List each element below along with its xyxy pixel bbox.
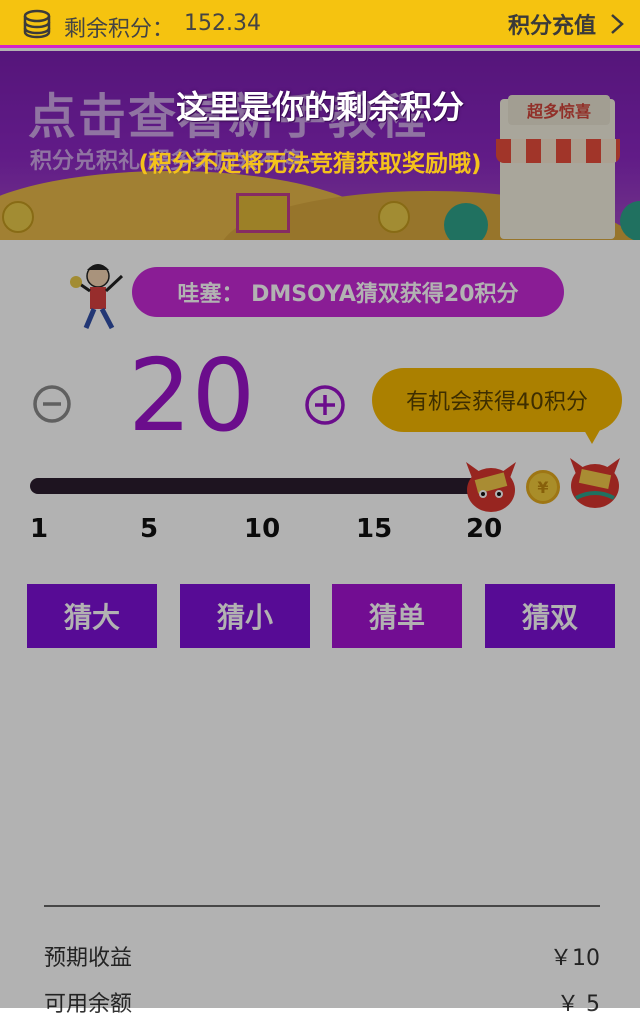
coin-stack-icon xyxy=(23,9,51,39)
reward-hint-bubble: 有机会获得40积分 xyxy=(372,368,622,432)
bet-slider[interactable] xyxy=(30,478,502,494)
slider-tick: 15 xyxy=(356,514,393,544)
recharge-button[interactable]: 积分充值 xyxy=(508,8,628,40)
points-label: 剩余积分： xyxy=(64,17,175,42)
coin-icon xyxy=(378,201,410,233)
recharge-label: 积分充值 xyxy=(507,14,596,39)
guess-even-button[interactable]: 猜双 xyxy=(485,584,615,648)
slider-tick: 10 xyxy=(244,514,281,544)
chevron-right-icon xyxy=(611,14,624,34)
bet-amount: 20 xyxy=(128,337,256,454)
slider-tick: 20 xyxy=(466,514,503,544)
yuan-coin-icon: ¥ xyxy=(526,470,560,504)
gift-box-icon xyxy=(236,193,290,233)
main-content: 哇塞： DMSOYA猜双获得20积分 20 有机会获得40积分 ¥ 1 5 10… xyxy=(0,240,640,1017)
expected-income-label: 预期收益 xyxy=(44,946,133,971)
guess-odd-button[interactable]: 猜单 xyxy=(332,584,462,648)
top-bar: 剩余积分： 152.34 积分充值 xyxy=(0,0,640,48)
winner-ticker: 哇塞： DMSOYA猜双获得20积分 xyxy=(132,267,564,317)
coin-icon xyxy=(2,201,34,233)
bubble-tail xyxy=(584,430,600,444)
plus-circle-icon[interactable] xyxy=(304,384,346,426)
available-balance-value: ￥ 5 xyxy=(557,992,600,1017)
minus-circle-icon[interactable] xyxy=(32,384,72,424)
slider-tick: 5 xyxy=(140,514,159,544)
tutorial-tip: 这里是你的剩余积分 xyxy=(175,88,464,126)
devil-mascot-icon xyxy=(570,458,620,508)
points-value: 152.34 xyxy=(184,11,261,36)
guess-big-button[interactable]: 猜大 xyxy=(27,584,157,648)
summary-divider xyxy=(44,905,600,907)
available-balance-label: 可用余额 xyxy=(44,992,133,1017)
guess-small-button[interactable]: 猜小 xyxy=(180,584,310,648)
expected-income-value: ￥10 xyxy=(550,946,600,971)
tree-icon xyxy=(444,203,488,240)
devil-mascot-icon[interactable] xyxy=(462,458,520,516)
mascot-icon xyxy=(70,264,124,330)
slider-tick: 1 xyxy=(30,514,49,544)
tutorial-tip-sub: (积分不足将无法竞猜获取奖励哦) xyxy=(138,151,482,177)
